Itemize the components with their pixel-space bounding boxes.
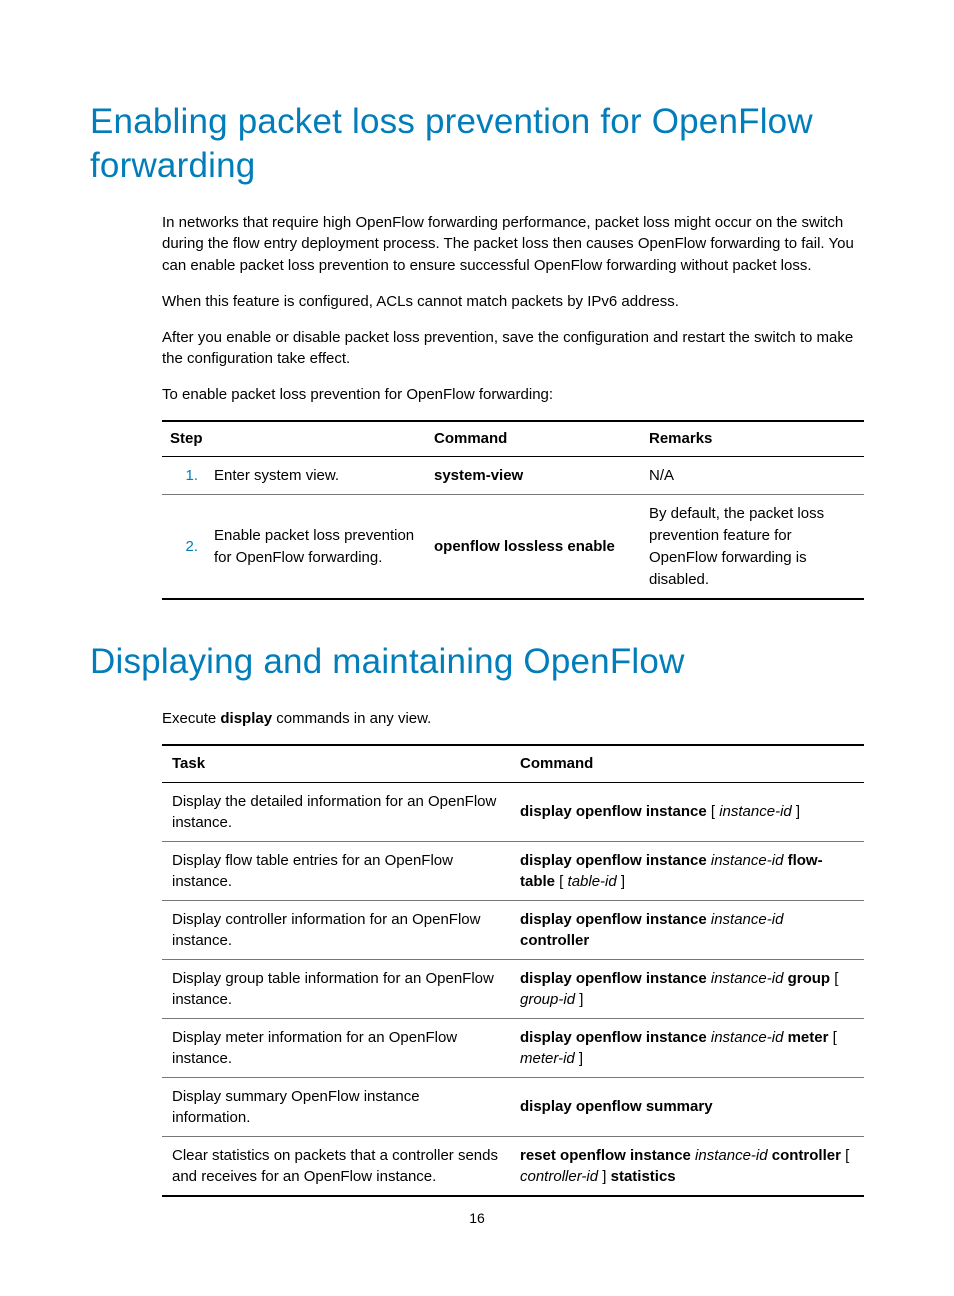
task-command: reset openflow instance instance-id cont… bbox=[510, 1136, 864, 1196]
step-number: 2. bbox=[162, 495, 206, 600]
intro-pre: Execute bbox=[162, 710, 220, 727]
section1-p2: When this feature is configured, ACLs ca… bbox=[162, 291, 864, 313]
task-description: Display flow table entries for an OpenFl… bbox=[162, 841, 510, 900]
task-command: display openflow instance instance-id me… bbox=[510, 1018, 864, 1077]
task-table-head-task: Task bbox=[162, 745, 510, 782]
task-command: display openflow instance instance-id gr… bbox=[510, 959, 864, 1018]
task-description: Display summary OpenFlow instance inform… bbox=[162, 1077, 510, 1136]
task-command: display openflow summary bbox=[510, 1077, 864, 1136]
table-row: 2.Enable packet loss prevention for Open… bbox=[162, 495, 864, 600]
task-table-head-command: Command bbox=[510, 745, 864, 782]
table-row: Display group table information for an O… bbox=[162, 959, 864, 1018]
step-table-head-step: Step bbox=[162, 421, 426, 456]
step-description: Enable packet loss prevention for OpenFl… bbox=[206, 495, 426, 600]
task-description: Display controller information for an Op… bbox=[162, 900, 510, 959]
step-description: Enter system view. bbox=[206, 456, 426, 495]
task-command: display openflow instance instance-id co… bbox=[510, 900, 864, 959]
table-row: Display the detailed information for an … bbox=[162, 782, 864, 841]
task-description: Display the detailed information for an … bbox=[162, 782, 510, 841]
table-row: Display controller information for an Op… bbox=[162, 900, 864, 959]
section1-p3: After you enable or disable packet loss … bbox=[162, 327, 864, 371]
step-command: openflow lossless enable bbox=[426, 495, 641, 600]
section1-p1: In networks that require high OpenFlow f… bbox=[162, 212, 864, 277]
section2-title: Displaying and maintaining OpenFlow bbox=[90, 640, 864, 684]
table-row: Clear statistics on packets that a contr… bbox=[162, 1136, 864, 1196]
step-command: system-view bbox=[426, 456, 641, 495]
section1-p4: To enable packet loss prevention for Ope… bbox=[162, 384, 864, 406]
step-number: 1. bbox=[162, 456, 206, 495]
task-table: Task Command Display the detailed inform… bbox=[162, 744, 864, 1197]
task-description: Clear statistics on packets that a contr… bbox=[162, 1136, 510, 1196]
section1-body: In networks that require high OpenFlow f… bbox=[162, 212, 864, 601]
step-remarks: By default, the packet loss prevention f… bbox=[641, 495, 864, 600]
task-command: display openflow instance [ instance-id … bbox=[510, 782, 864, 841]
step-table-head-remarks: Remarks bbox=[641, 421, 864, 456]
step-remarks: N/A bbox=[641, 456, 864, 495]
step-table-head-command: Command bbox=[426, 421, 641, 456]
task-description: Display group table information for an O… bbox=[162, 959, 510, 1018]
task-description: Display meter information for an OpenFlo… bbox=[162, 1018, 510, 1077]
section2-body: Execute display commands in any view. Ta… bbox=[162, 708, 864, 1197]
task-command: display openflow instance instance-id fl… bbox=[510, 841, 864, 900]
table-row: Display flow table entries for an OpenFl… bbox=[162, 841, 864, 900]
step-table: Step Command Remarks 1.Enter system view… bbox=[162, 420, 864, 601]
table-row: Display summary OpenFlow instance inform… bbox=[162, 1077, 864, 1136]
document-page: Enabling packet loss prevention for Open… bbox=[0, 0, 954, 1296]
section2-intro: Execute display commands in any view. bbox=[162, 708, 864, 730]
section1-title: Enabling packet loss prevention for Open… bbox=[90, 100, 864, 188]
table-row: Display meter information for an OpenFlo… bbox=[162, 1018, 864, 1077]
intro-post: commands in any view. bbox=[272, 710, 431, 727]
intro-bold: display bbox=[220, 710, 272, 727]
table-row: 1.Enter system view.system-viewN/A bbox=[162, 456, 864, 495]
page-number: 16 bbox=[0, 1210, 954, 1226]
